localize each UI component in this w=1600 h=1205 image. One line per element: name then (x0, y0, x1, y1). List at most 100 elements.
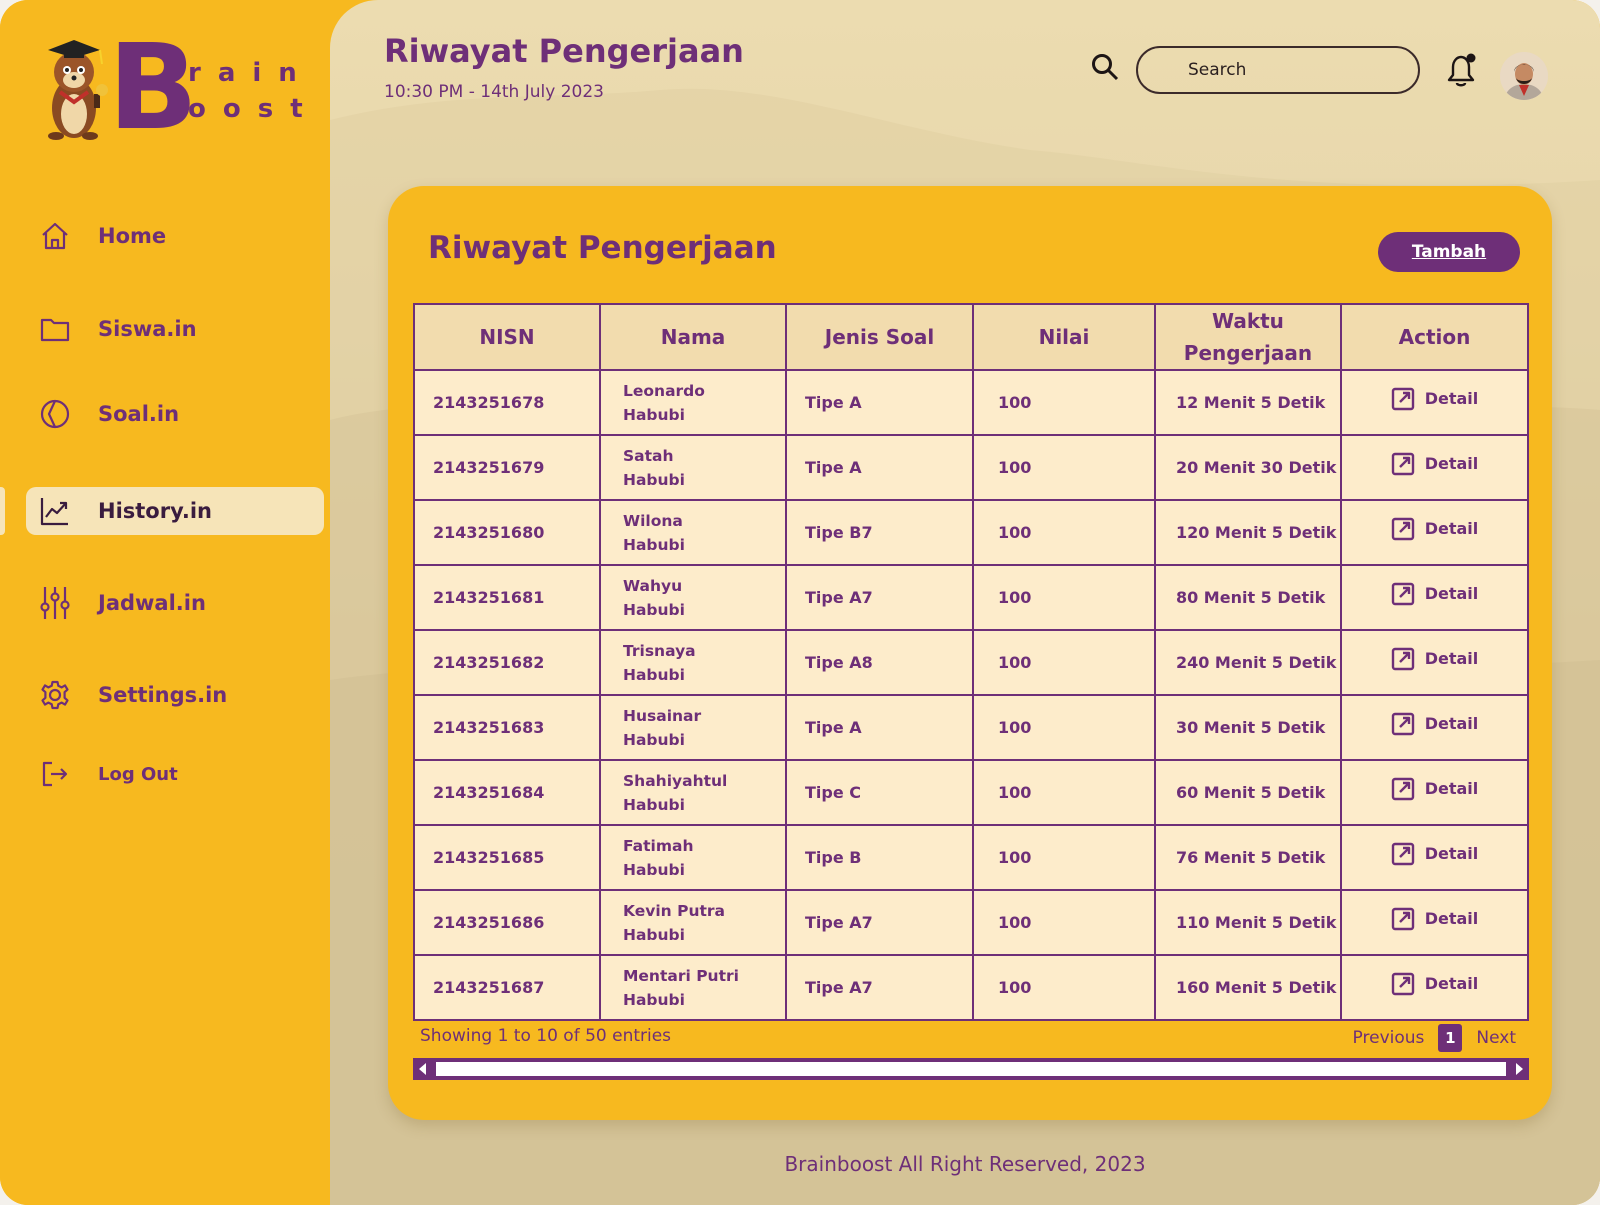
detail-link[interactable]: Detail (1391, 517, 1478, 541)
sidebar: B rain oost Home Siswa.in Soal.in Histor… (0, 0, 340, 1205)
edit-external-icon (1391, 777, 1414, 801)
scrollbar-thumb[interactable] (436, 1062, 1506, 1076)
detail-link[interactable]: Detail (1391, 387, 1479, 411)
cell-action: Detail (1339, 499, 1530, 566)
sidebar-item-label: Settings.in (98, 683, 228, 707)
detail-link[interactable]: Detail (1391, 647, 1478, 671)
cell-nisn: 2143251686 (413, 889, 601, 956)
brainboost-logo[interactable]: B rain oost (38, 28, 303, 146)
sidebar-item-soal[interactable]: Soal.in (26, 390, 324, 438)
sidebar-item-siswa[interactable]: Siswa.in (26, 305, 324, 353)
cell-nilai: 100 (972, 629, 1156, 696)
column-header-action: Action (1339, 303, 1530, 371)
edit-external-icon (1391, 387, 1414, 411)
detail-link[interactable]: Detail (1391, 842, 1478, 866)
cell-nama-first: Trisnaya (623, 641, 696, 660)
table-header-row: NISN Nama Jenis Soal Nilai Waktu Pengerj… (413, 303, 1530, 371)
cell-nilai: 100 (972, 499, 1156, 566)
cell-action: Detail (1339, 369, 1530, 436)
table-row: 2143251686 Kevin Putra Habubi Tipe A7 100 110… (413, 889, 1530, 956)
table-row: 2143251683 Husainar Habubi Tipe A 100 30 Meni… (413, 694, 1530, 761)
cell-action: Detail (1339, 824, 1530, 891)
cell-nilai: 100 (972, 824, 1156, 891)
previous-page-link[interactable]: Previous (1353, 1028, 1425, 1048)
cell-nama: Mentari Putri Habubi (599, 954, 787, 1021)
table-row: 2143251679 Satah Habubi Tipe A 100 20 Menit 3… (413, 434, 1530, 501)
detail-label: Detail (1424, 389, 1479, 408)
cell-nisn: 2143251684 (413, 759, 601, 826)
cell-nama-last: Habubi (623, 600, 685, 619)
column-header-nilai[interactable]: Nilai (972, 303, 1156, 371)
cell-jenis-soal: Tipe A (784, 434, 975, 501)
trend-chart-icon (38, 494, 72, 528)
detail-link[interactable]: Detail (1391, 582, 1479, 606)
sidebar-item-label: Jadwal.in (98, 591, 206, 615)
detail-link[interactable]: Detail (1391, 452, 1478, 476)
cell-nama: Husainar Habubi (599, 694, 787, 761)
search-box[interactable] (1136, 46, 1420, 94)
sidebar-item-history[interactable]: History.in (26, 487, 324, 535)
table-body: 2143251678 Leonardo Habubi Tipe A 100 12 Meni… (413, 369, 1530, 1021)
search-input[interactable] (1188, 60, 1388, 80)
horizontal-scrollbar[interactable] (413, 1058, 1529, 1080)
detail-label: Detail (1424, 584, 1479, 603)
logo-text-top: rain (188, 58, 314, 88)
notification-bell-icon[interactable] (1442, 50, 1480, 90)
column-header-nama[interactable]: Nama (599, 303, 787, 371)
detail-link[interactable]: Detail (1391, 777, 1478, 801)
column-header-jenis-soal[interactable]: Jenis Soal (784, 303, 975, 371)
sidebar-item-label: Siswa.in (98, 317, 197, 341)
cell-jenis-soal: Tipe A (784, 369, 975, 436)
edit-external-icon (1391, 972, 1414, 996)
sidebar-item-home[interactable]: Home (26, 212, 324, 260)
data-table: NISN Nama Jenis Soal Nilai Waktu Pengerj… (413, 303, 1530, 1021)
cell-nilai: 100 (972, 694, 1156, 761)
detail-link[interactable]: Detail (1391, 712, 1478, 736)
cell-nisn: 2143251678 (413, 369, 601, 436)
add-button[interactable]: Tambah (1378, 232, 1520, 272)
edit-external-icon (1391, 517, 1414, 541)
sidebar-item-settings[interactable]: Settings.in (26, 671, 324, 719)
scroll-left-arrow-icon[interactable] (419, 1063, 426, 1075)
cell-nama-last: Habubi (623, 860, 685, 879)
cell-nama: Kevin Putra Habubi (599, 889, 787, 956)
sidebar-item-label: Soal.in (98, 402, 180, 426)
next-page-link[interactable]: Next (1476, 1028, 1516, 1048)
active-nav-indicator (0, 487, 5, 535)
cell-waktu: 120 Menit 5 Detik (1153, 499, 1342, 566)
table-row: 2143251681 Wahyu Habubi Tipe A7 100 80 Menit … (413, 564, 1530, 631)
cell-nisn: 2143251679 (413, 434, 601, 501)
page-number-current[interactable]: 1 (1438, 1024, 1463, 1052)
app-window: B rain oost Home Siswa.in Soal.in Histor… (0, 0, 1600, 1205)
cell-nama: Fatimah Habubi (599, 824, 787, 891)
cell-action: Detail (1339, 759, 1530, 826)
cell-waktu: 30 Menit 5 Detik (1153, 694, 1342, 761)
table-row: 2143251680 Wilona Habubi Tipe B7 100 120 Meni… (413, 499, 1530, 566)
cell-nisn: 2143251680 (413, 499, 601, 566)
sidebar-item-jadwal[interactable]: Jadwal.in (26, 579, 324, 627)
cell-waktu: 12 Menit 5 Detik (1153, 369, 1342, 436)
detail-link[interactable]: Detail (1391, 972, 1478, 996)
column-header-nisn[interactable]: NISN (413, 303, 601, 371)
cell-nama-last: Habubi (623, 795, 685, 814)
cell-action: Detail (1339, 954, 1530, 1021)
user-avatar[interactable] (1500, 52, 1548, 100)
sidebar-item-label: History.in (98, 499, 212, 523)
page-datetime: 10:30 PM - 14th July 2023 (384, 82, 604, 102)
cell-jenis-soal: Tipe A (784, 694, 975, 761)
cell-nama-last: Habubi (623, 470, 685, 489)
sliders-icon (38, 586, 72, 620)
scroll-right-arrow-icon[interactable] (1516, 1063, 1523, 1075)
cell-nilai: 100 (972, 889, 1156, 956)
cell-action: Detail (1339, 694, 1530, 761)
edit-external-icon (1391, 907, 1414, 931)
cell-nama-first: Husainar (623, 706, 702, 725)
search-icon[interactable] (1090, 52, 1120, 82)
sidebar-item-label: Home (98, 224, 167, 248)
table-row: 2143251685 Fatimah Habubi Tipe B 100 76 Menit… (413, 824, 1530, 891)
sidebar-item-logout[interactable]: Log Out (26, 750, 324, 798)
detail-link[interactable]: Detail (1391, 907, 1478, 931)
table-row: 2143251678 Leonardo Habubi Tipe A 100 12 Meni… (413, 369, 1530, 436)
cell-waktu: 160 Menit 5 Detik (1153, 954, 1342, 1021)
column-header-waktu-pengerjaan[interactable]: Waktu Pengerjaan (1153, 303, 1342, 371)
